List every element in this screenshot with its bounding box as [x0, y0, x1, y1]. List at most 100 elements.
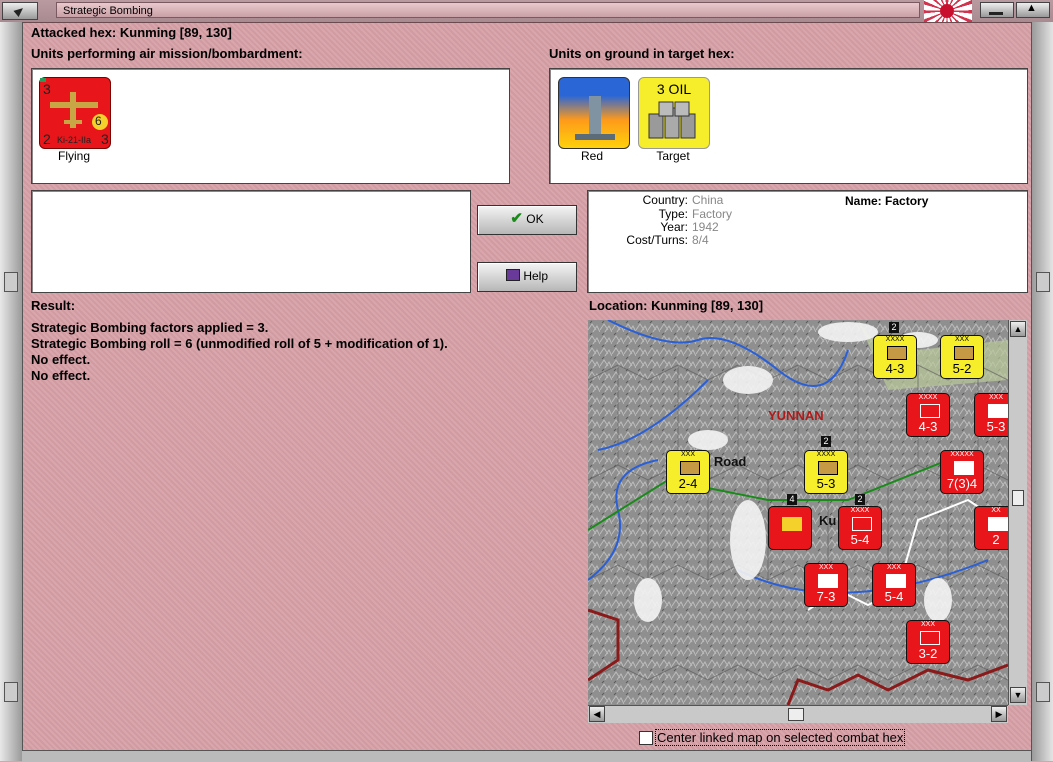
ground-units-panel: Red 3 OIL Target	[549, 68, 1028, 184]
vertical-scroll-thumb[interactable]	[1012, 490, 1024, 506]
year-row: Year: 1942	[588, 220, 719, 234]
collapse-button[interactable]	[2, 2, 38, 20]
counter-stat: 4-3	[885, 361, 905, 376]
unit-counter[interactable]: XXX 5-2	[940, 335, 984, 379]
ground-units-label: Units on ground in target hex:	[549, 46, 735, 61]
hq-symbol-icon	[988, 517, 1008, 531]
scroll-up-arrow-icon[interactable]: ▲	[1010, 321, 1026, 337]
japan-flag-icon	[924, 0, 972, 22]
bomber-map-counter[interactable]	[768, 506, 812, 550]
location-label: Location: Kunming [89, 130]	[589, 298, 764, 313]
air-unit-caption: Flying	[57, 149, 90, 163]
target-name: Name: Factory	[845, 194, 929, 208]
cost-label: Cost/Turns:	[626, 233, 688, 247]
unit-counter[interactable]: XXX 2-4	[666, 450, 710, 494]
ok-button[interactable]: ✔ OK	[477, 205, 577, 235]
map-horizontal-scrollbar[interactable]: ◀ ▶	[588, 705, 1008, 723]
infantry-symbol-icon	[954, 346, 974, 360]
type-value: Factory	[692, 207, 733, 221]
help-book-icon	[505, 269, 520, 281]
horizontal-scroll-thumb[interactable]	[788, 708, 804, 721]
unit-counter[interactable]: XXXX 4-3	[873, 335, 917, 379]
result-label: Result:	[31, 298, 76, 313]
unit-counter[interactable]: XXXX 5-3	[804, 450, 848, 494]
message-panel	[31, 190, 471, 293]
unit-counter[interactable]: XXXXX 7(3)4	[940, 450, 984, 494]
rail-knob	[1036, 682, 1050, 702]
oil-target-counter[interactable]: 3 OIL	[638, 77, 710, 149]
factory-caption: Red	[580, 149, 603, 163]
infantry-symbol-icon	[680, 461, 700, 475]
unit-counter[interactable]: XXX 5-4	[872, 563, 916, 607]
combat-map[interactable]: YUNNAN a Road Ku 2 2 4 2 XXXX 4-3 XXX 5-2 …	[588, 320, 1008, 705]
cost-value: 8/4	[692, 233, 709, 247]
counter-stat: 3-2	[918, 646, 938, 661]
center-map-label[interactable]: Center linked map on selected combat hex	[655, 729, 906, 746]
checkmark-icon: ✔	[510, 210, 523, 227]
bomb-value: 6	[95, 114, 102, 128]
counter-stat: 5-4	[850, 532, 870, 547]
country-value: China	[692, 193, 724, 207]
counter-stat: 7-3	[816, 589, 836, 604]
air-units-label: Units performing air mission/bombardment…	[31, 46, 303, 61]
right-frame-rail	[1031, 22, 1053, 761]
stack-count: 4	[787, 494, 797, 505]
bomber-unit-counter[interactable]: 3 6 2 Ki-21-IIa 3	[39, 76, 111, 149]
bomber-plane-icon	[782, 517, 802, 531]
counter-stat: 2	[992, 532, 1000, 547]
country-label: Country:	[642, 193, 688, 207]
result-line: No effect.	[31, 352, 91, 367]
infantry-symbol-icon	[887, 346, 907, 360]
result-line: Strategic Bombing factors applied = 3.	[31, 320, 269, 335]
air-defense-value: 2	[43, 131, 51, 147]
scroll-down-arrow-icon[interactable]: ▼	[1010, 687, 1026, 703]
cost-row: Cost/Turns: 8/4	[588, 233, 709, 247]
result-text: Strategic Bombing factors applied = 3. S…	[31, 320, 448, 384]
result-line: No effect.	[31, 368, 91, 383]
type-row: Type: Factory	[588, 207, 732, 221]
infantry-symbol-icon	[818, 574, 838, 588]
year-value: 1942	[692, 220, 719, 234]
attacked-hex-label: Attacked hex: Kunming [89, 130]	[31, 25, 232, 40]
minimize-button[interactable]	[980, 2, 1014, 18]
help-button[interactable]: Help	[477, 262, 577, 292]
counter-stat: 5-3	[986, 419, 1006, 434]
unit-counter[interactable]: XX 2	[974, 506, 1008, 550]
scroll-left-arrow-icon[interactable]: ◀	[589, 706, 605, 722]
scroll-right-arrow-icon[interactable]: ▶	[991, 706, 1007, 722]
rail-knob	[1036, 272, 1050, 292]
unit-counter[interactable]: XXX 3-2	[906, 620, 950, 664]
unit-counter[interactable]: XXXX 5-4	[838, 506, 882, 550]
bottom-frame-rail	[22, 750, 1031, 762]
factory-smokestack-icon	[575, 96, 615, 140]
map-vertical-scrollbar[interactable]: ▲ ▼	[1008, 320, 1027, 705]
mountain-symbol-icon	[988, 404, 1008, 418]
counter-stat: 5-3	[816, 476, 836, 491]
army-symbol-icon	[954, 461, 974, 475]
rail-knob	[4, 682, 18, 702]
air-attack-value: 3	[43, 81, 51, 97]
counter-stat: 7(3)4	[946, 476, 978, 491]
left-frame-rail	[0, 22, 23, 761]
maximize-button[interactable]	[1016, 2, 1050, 18]
infantry-symbol-icon	[818, 461, 838, 475]
stack-count: 2	[889, 322, 899, 333]
counter-stat: 5-2	[952, 361, 972, 376]
factory-target-counter[interactable]	[558, 77, 630, 149]
result-line: Strategic Bombing roll = 6 (unmodified r…	[31, 336, 448, 351]
engineer-symbol-icon	[920, 631, 940, 645]
target-info-panel: Country: China Type: Factory Year: 1942 Cos…	[587, 190, 1028, 293]
help-button-label: Help	[523, 269, 549, 283]
rail-knob	[4, 272, 18, 292]
region-label: YUNNAN	[768, 408, 824, 423]
unit-counter[interactable]: XXXX 4-3	[906, 393, 950, 437]
unit-counter[interactable]: XXX 5-3	[974, 393, 1008, 437]
year-label: Year:	[660, 220, 688, 234]
counter-stat: 5-4	[884, 589, 904, 604]
oil-caption: Target	[656, 149, 690, 163]
infantry-symbol-icon	[886, 574, 906, 588]
city-label: Ku	[819, 513, 837, 528]
ok-button-label: OK	[526, 212, 544, 226]
unit-counter[interactable]: XXX 7-3	[804, 563, 848, 607]
center-map-checkbox[interactable]	[639, 731, 653, 745]
